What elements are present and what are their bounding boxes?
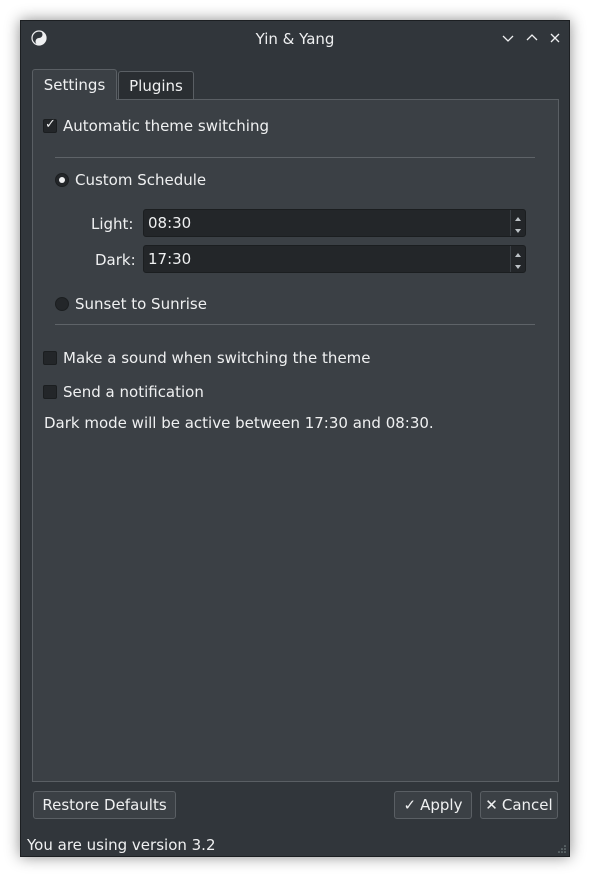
tab-settings[interactable]: Settings: [32, 69, 117, 100]
light-time-spinbox[interactable]: [143, 209, 526, 237]
close-button[interactable]: [546, 29, 564, 47]
sound-label[interactable]: Make a sound when switching the theme: [63, 349, 371, 367]
dark-mode-info-text: Dark mode will be active between 17:30 a…: [44, 414, 434, 432]
dark-label: Dark:: [95, 251, 136, 269]
light-time-input[interactable]: [144, 210, 508, 236]
custom-schedule-radio[interactable]: [55, 173, 69, 187]
dark-spin-down-button[interactable]: [511, 259, 525, 272]
main-window: Yin & Yang Settings Plugins ✓ Automatic …: [20, 20, 570, 857]
window-title: Yin & Yang: [255, 30, 335, 48]
minimize-button[interactable]: [499, 29, 517, 47]
dark-time-spinbox[interactable]: [143, 245, 526, 273]
divider-bottom: [55, 324, 535, 325]
dark-time-input[interactable]: [144, 246, 508, 272]
dark-spin-up-button[interactable]: [511, 246, 525, 259]
check-icon: ✓: [403, 796, 417, 814]
light-spin-arrows: [510, 210, 525, 236]
arrow-down-icon: [515, 265, 521, 269]
arrow-down-icon: [515, 229, 521, 233]
light-spin-down-button[interactable]: [511, 223, 525, 236]
custom-schedule-label[interactable]: Custom Schedule: [75, 171, 206, 189]
notification-checkbox[interactable]: [43, 385, 57, 399]
minimize-icon: [502, 35, 514, 42]
version-status: You are using version 3.2: [27, 836, 216, 854]
radio-selected-dot: [59, 177, 65, 183]
restore-defaults-label: Restore Defaults: [42, 796, 167, 814]
tab-plugins[interactable]: Plugins: [118, 71, 194, 99]
maximize-icon: [526, 34, 538, 41]
apply-label: Apply: [420, 796, 463, 814]
cancel-button[interactable]: ✕ Cancel: [480, 791, 558, 819]
checkmark-icon: ✓: [45, 117, 56, 132]
cancel-label: Cancel: [501, 796, 553, 814]
titlebar[interactable]: Yin & Yang: [21, 21, 569, 57]
light-spin-up-button[interactable]: [511, 210, 525, 223]
sunset-to-sunrise-radio[interactable]: [55, 297, 69, 311]
close-icon: [550, 33, 560, 43]
resize-grip-icon[interactable]: [557, 844, 567, 854]
sunset-to-sunrise-label[interactable]: Sunset to Sunrise: [75, 295, 207, 313]
sound-checkbox[interactable]: [43, 351, 57, 365]
notification-label[interactable]: Send a notification: [63, 383, 204, 401]
restore-defaults-button[interactable]: Restore Defaults: [33, 791, 176, 819]
apply-button[interactable]: ✓ Apply: [394, 791, 472, 819]
divider-top: [55, 157, 535, 158]
auto-switch-label[interactable]: Automatic theme switching: [63, 117, 269, 135]
dark-spin-arrows: [510, 246, 525, 272]
light-label: Light:: [91, 215, 134, 233]
settings-panel: ✓ Automatic theme switching Custom Sched…: [32, 99, 559, 782]
close-icon: ✕: [485, 796, 498, 814]
auto-switch-checkbox[interactable]: ✓: [43, 117, 57, 133]
maximize-button[interactable]: [523, 29, 541, 47]
